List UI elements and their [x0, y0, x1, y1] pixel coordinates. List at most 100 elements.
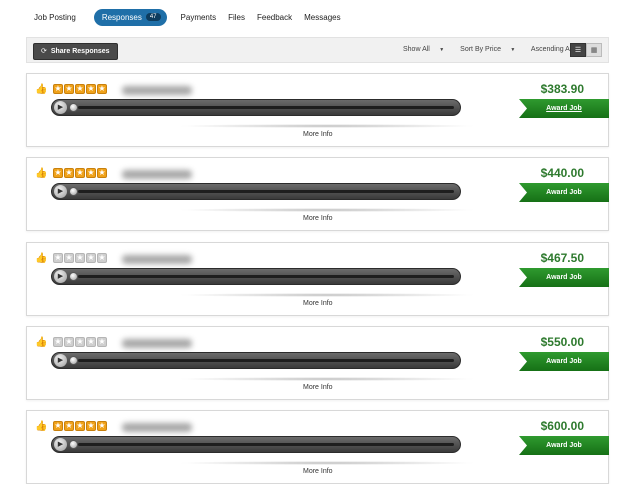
- provider-name-blurred: [122, 423, 192, 432]
- response-price: $550.00: [540, 335, 584, 349]
- star-icon: ★: [86, 168, 96, 178]
- star-icon: ★: [64, 337, 74, 347]
- audio-player[interactable]: ▶: [51, 352, 461, 369]
- seek-handle[interactable]: [69, 272, 78, 281]
- star-icon: ★: [86, 84, 96, 94]
- play-icon[interactable]: ▶: [54, 185, 67, 198]
- seek-handle[interactable]: [69, 356, 78, 365]
- play-icon[interactable]: ▶: [54, 438, 67, 451]
- award-job-button[interactable]: Award Job: [519, 436, 609, 455]
- sort-by-dropdown[interactable]: Sort By Price ▼: [460, 46, 522, 53]
- tab-messages[interactable]: Messages: [304, 13, 340, 22]
- star-icon: ★: [75, 84, 85, 94]
- play-icon[interactable]: ▶: [54, 270, 67, 283]
- responses-tab-bar: Job Posting Responses 47 Payments Files …: [26, 8, 353, 26]
- star-icon: ★: [86, 253, 96, 263]
- response-card: 👍 ★ ★ ★ ★ ★ ▶ More Info $550.00 Award Job: [26, 326, 609, 400]
- star-icon: ★: [75, 337, 85, 347]
- caret-down-icon: ▼: [509, 47, 516, 53]
- sort-by-label: Sort By Price: [460, 46, 502, 53]
- award-job-label: Award Job: [546, 189, 582, 196]
- star-icon: ★: [53, 84, 63, 94]
- star-icon: ★: [64, 253, 74, 263]
- provider-name-blurred: [122, 255, 192, 264]
- list-view-button[interactable]: ☰: [570, 43, 586, 57]
- award-job-button[interactable]: Award Job: [519, 352, 609, 371]
- tab-feedback[interactable]: Feedback: [257, 13, 292, 22]
- show-all-label: Show All: [403, 46, 430, 53]
- award-job-button[interactable]: Award Job: [519, 268, 609, 287]
- audio-track[interactable]: [78, 275, 454, 278]
- star-icon: ★: [53, 337, 63, 347]
- responses-count-badge: 47: [145, 13, 161, 21]
- more-info-link[interactable]: More Info: [303, 131, 333, 138]
- star-icon: ★: [75, 253, 85, 263]
- divider: [177, 208, 477, 212]
- response-price: $467.50: [540, 251, 584, 265]
- play-icon[interactable]: ▶: [54, 101, 67, 114]
- thumbs-up-icon[interactable]: 👍: [35, 168, 47, 179]
- star-icon: ★: [97, 253, 107, 263]
- thumbs-up-icon[interactable]: 👍: [35, 253, 47, 264]
- divider: [177, 293, 477, 297]
- grid-icon: ▦: [590, 47, 598, 54]
- refresh-icon: ⟳: [41, 48, 47, 55]
- tab-job-posting[interactable]: Job Posting: [34, 13, 76, 22]
- thumbs-up-icon[interactable]: 👍: [35, 337, 47, 348]
- audio-track[interactable]: [78, 359, 454, 362]
- audio-track[interactable]: [78, 190, 454, 193]
- audio-player[interactable]: ▶: [51, 436, 461, 453]
- award-job-button[interactable]: Award Job: [519, 99, 609, 118]
- more-info-link[interactable]: More Info: [303, 300, 333, 307]
- thumbs-up-icon[interactable]: 👍: [35, 84, 47, 95]
- tab-responses-label: Responses: [101, 12, 142, 22]
- star-icon: ★: [97, 337, 107, 347]
- star-icon: ★: [64, 168, 74, 178]
- caret-down-icon: ▼: [437, 47, 445, 53]
- grid-view-button[interactable]: ▦: [586, 43, 602, 57]
- share-responses-label: Share Responses: [50, 48, 110, 55]
- thumbs-up-icon[interactable]: 👍: [35, 421, 47, 432]
- list-icon: ☰: [574, 47, 582, 54]
- seek-handle[interactable]: [69, 103, 78, 112]
- tab-responses[interactable]: Responses 47: [93, 8, 167, 26]
- divider: [177, 377, 477, 381]
- response-price: $383.90: [540, 82, 584, 96]
- divider: [177, 461, 477, 465]
- seek-handle[interactable]: [69, 440, 78, 449]
- audio-player[interactable]: ▶: [51, 268, 461, 285]
- share-responses-button[interactable]: ⟳ Share Responses: [33, 43, 118, 60]
- audio-player[interactable]: ▶: [51, 99, 461, 116]
- tab-payments[interactable]: Payments: [181, 13, 217, 22]
- show-all-dropdown[interactable]: Show All ▼: [403, 46, 451, 53]
- play-icon[interactable]: ▶: [54, 354, 67, 367]
- award-job-label: Award Job: [546, 105, 582, 112]
- audio-player[interactable]: ▶: [51, 183, 461, 200]
- response-price: $440.00: [540, 166, 584, 180]
- more-info-link[interactable]: More Info: [303, 468, 333, 475]
- audio-track[interactable]: [78, 443, 454, 446]
- rating-stars: ★ ★ ★ ★ ★: [53, 168, 108, 178]
- tab-files[interactable]: Files: [228, 13, 245, 22]
- view-toggle: ☰ ▦: [570, 43, 602, 57]
- star-icon: ★: [53, 253, 63, 263]
- response-card: 👍 ★ ★ ★ ★ ★ ▶ More Info $467.50 Award Job: [26, 242, 609, 316]
- provider-name-blurred: [122, 170, 192, 179]
- seek-handle[interactable]: [69, 187, 78, 196]
- star-icon: ★: [64, 84, 74, 94]
- response-card: 👍 ★ ★ ★ ★ ★ ▶ More Info $600.00 Award Job: [26, 410, 609, 484]
- star-icon: ★: [75, 168, 85, 178]
- rating-stars: ★ ★ ★ ★ ★: [53, 84, 108, 94]
- audio-track[interactable]: [78, 106, 454, 109]
- response-price: $600.00: [540, 419, 584, 433]
- more-info-link[interactable]: More Info: [303, 215, 333, 222]
- award-job-label: Award Job: [546, 442, 582, 449]
- star-icon: ★: [86, 337, 96, 347]
- rating-stars: ★ ★ ★ ★ ★: [53, 253, 108, 263]
- star-icon: ★: [97, 168, 107, 178]
- star-icon: ★: [97, 84, 107, 94]
- provider-name-blurred: [122, 339, 192, 348]
- award-job-button[interactable]: Award Job: [519, 183, 609, 202]
- more-info-link[interactable]: More Info: [303, 384, 333, 391]
- award-job-label: Award Job: [546, 274, 582, 281]
